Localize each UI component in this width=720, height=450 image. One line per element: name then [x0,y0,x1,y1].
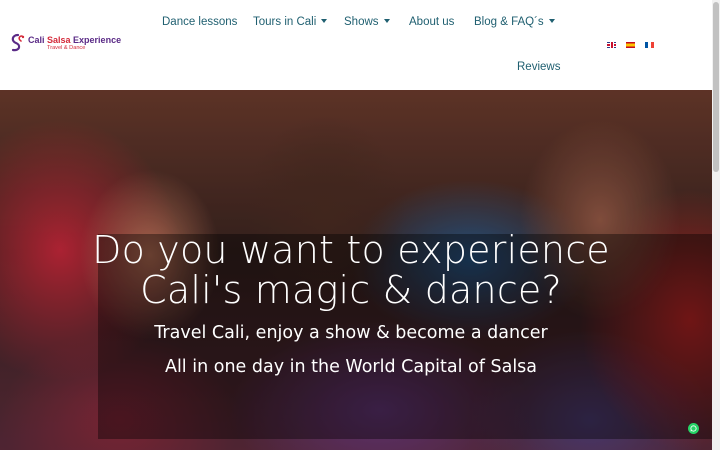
page-scrollbar[interactable] [712,0,720,450]
nav-item-label: Blog & FAQ´s [474,16,544,28]
nav-item-label: Reviews [517,61,561,73]
logo-mark-icon [11,33,25,52]
spain-flag-icon[interactable] [626,42,635,48]
hero-subheadline-2: All in one day in the World Capital of S… [164,357,538,377]
site-logo[interactable]: Cali Salsa Experience Travel & Dance [9,33,121,53]
logo-title: Cali Salsa Experience [28,35,122,45]
nav-item-shows[interactable]: Shows [344,13,390,31]
nav-item-label: Tours in Cali [253,16,317,28]
hero-subheadline: Travel Cali, enjoy a show & become a dan… [154,323,548,343]
logo-subtitle: Travel & Dance [47,44,86,51]
whatsapp-icon [690,425,697,432]
nav-item-reviews[interactable]: Reviews [517,58,560,76]
chevron-down-icon [321,18,328,23]
nav-item-about-us[interactable]: About us [409,13,454,31]
nav-item-label: Dance lessons [162,16,238,28]
hero-headline: Do you want to experience Cali's magic &… [40,230,662,310]
chevron-down-icon [548,18,555,23]
nav-item-label: About us [409,16,455,28]
whatsapp-chat-button[interactable] [688,423,699,434]
chevron-down-icon [383,18,390,23]
nav-item-tours-in-cali[interactable]: Tours in Cali [253,13,328,31]
nav-item-label: Shows [344,16,379,28]
nav-item-dance-lessons[interactable]: Dance lessons [162,13,237,31]
uk-flag-icon[interactable] [607,42,616,48]
hero-headline-line1: Do you want to experience [92,228,610,272]
hero-headline-line2: Cali's magic & dance? [140,268,562,312]
scrollbar-thumb[interactable] [713,2,719,172]
france-flag-icon[interactable] [645,42,654,48]
site-header: Cali Salsa Experience Travel & Dance Dan… [0,0,712,90]
hero-section: Do you want to experience Cali's magic &… [0,90,712,450]
nav-item-blog-faqs[interactable]: Blog & FAQ´s [474,13,555,31]
